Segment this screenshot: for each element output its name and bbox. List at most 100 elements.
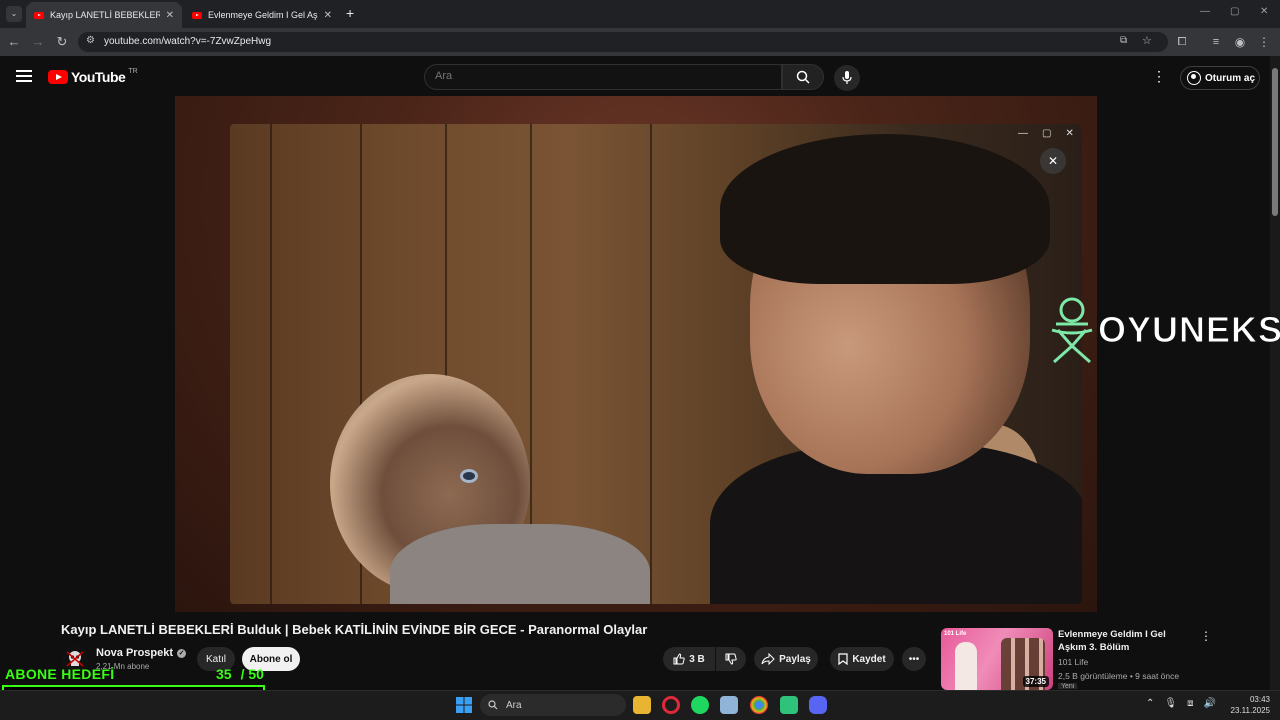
youtube-favicon-icon: [34, 11, 44, 19]
youtube-logo[interactable]: YouTube TR: [48, 67, 138, 85]
new-tab-button[interactable]: +: [346, 5, 354, 21]
search-button[interactable]: [782, 64, 824, 90]
like-button[interactable]: 3 B: [663, 647, 715, 671]
search-box[interactable]: [424, 64, 782, 90]
save-button[interactable]: Kaydet: [830, 647, 894, 671]
oyuneks-watermark: OYUNEKS: [1048, 296, 1280, 364]
file-explorer-icon[interactable]: [633, 696, 651, 714]
pip-window-controls: — ▢ ✕: [1018, 128, 1074, 139]
goal-current: 35: [216, 666, 232, 682]
recommended-channel-name[interactable]: 101 Life: [1058, 657, 1088, 667]
settings-kebab-icon[interactable]: ⋮: [1152, 68, 1166, 85]
volume-icon[interactable]: 🔊: [1203, 698, 1215, 709]
forward-arrow-icon[interactable]: →: [30, 34, 46, 50]
tray-overflow-icon[interactable]: ⌃: [1146, 698, 1154, 709]
pip-close-icon[interactable]: ✕: [1065, 128, 1073, 139]
thumbs-up-icon: [673, 653, 685, 665]
bookmark-icon: [838, 653, 848, 665]
video-duration-badge: 37:35: [1022, 676, 1049, 687]
tab-list-button[interactable]: ⌄: [6, 6, 22, 22]
site-info-icon[interactable]: ⚙: [86, 35, 95, 46]
channel-name-text[interactable]: Nova Prospekt: [96, 647, 173, 659]
search-input[interactable]: [435, 70, 765, 82]
hamburger-menu-icon[interactable]: [16, 70, 32, 82]
reload-icon[interactable]: ↻: [54, 34, 70, 50]
like-count: 3 B: [689, 653, 705, 665]
search-icon: [796, 70, 810, 84]
subscriber-goal-count: 35 / 50: [216, 666, 264, 682]
profile-icon[interactable]: ◉: [1232, 34, 1248, 50]
recommended-video-thumbnail[interactable]: 101 Life 37:35: [941, 628, 1053, 690]
game-app-icon[interactable]: [780, 696, 798, 714]
address-bar[interactable]: ⚙ youtube.com/watch?v=-7ZvwZpeHwg ⧉ ☆: [78, 32, 1168, 52]
pip-minimize-icon[interactable]: —: [1018, 128, 1028, 139]
youtube-play-icon: [48, 70, 68, 84]
tab-title: Kayıp LANETLİ BEBEKLERİ Bulduk: [50, 10, 160, 20]
clock-date: 23.11.2025: [1230, 706, 1270, 715]
person-hair: [720, 134, 1050, 284]
tab-active-video[interactable]: Kayıp LANETLİ BEBEKLERİ Bulduk ✕: [26, 2, 182, 28]
recommendation-menu-icon[interactable]: ⋮: [1200, 629, 1212, 643]
thumbnail-channel-label: 101 Life: [944, 631, 967, 637]
browser-menu-icon[interactable]: ⋮: [1256, 34, 1272, 50]
app-icon[interactable]: [720, 696, 738, 714]
taskbar-search[interactable]: Ara: [480, 694, 626, 716]
search-icon: [488, 700, 498, 710]
chrome-icon[interactable]: [750, 696, 768, 714]
back-arrow-icon[interactable]: ←: [6, 34, 22, 50]
install-app-icon[interactable]: ⧉: [1120, 35, 1127, 46]
windows-taskbar: Ara ⌃ 🎙 ⧈ 🔊 03:43 23.11.2025: [0, 690, 1280, 720]
discord-icon[interactable]: [809, 696, 827, 714]
network-icon[interactable]: ⧈: [1187, 698, 1193, 709]
windows-start-icon[interactable]: [455, 696, 473, 714]
region-code: TR: [128, 67, 138, 75]
bookmark-star-icon[interactable]: ☆: [1142, 34, 1152, 47]
share-button[interactable]: Paylaş: [754, 647, 818, 671]
doll-body: [390, 524, 650, 604]
oyuneks-logo-icon: [1051, 297, 1093, 364]
extensions-icon[interactable]: ⧠: [1174, 34, 1190, 50]
sign-in-button[interactable]: Oturum aç: [1180, 66, 1260, 90]
share-arrow-icon: [761, 653, 775, 665]
video-frame[interactable]: [230, 124, 1082, 604]
close-overlay-button[interactable]: ✕: [1040, 148, 1066, 174]
minimize-window-icon[interactable]: —: [1200, 6, 1210, 17]
account-icon: [1187, 71, 1201, 85]
thumbnail-person: [955, 642, 977, 690]
save-label: Kaydet: [852, 653, 886, 665]
channel-name[interactable]: Nova Prospekt ✓: [96, 647, 187, 659]
new-badge: Yeni: [1058, 683, 1078, 689]
browser-toolbar: ← → ↻ ⚙ youtube.com/watch?v=-7ZvwZpeHwg …: [0, 28, 1280, 56]
youtube-header: YouTube TR ⋮ Oturum aç: [0, 56, 1270, 96]
scrollbar-thumb[interactable]: [1272, 68, 1278, 216]
tab-second-video[interactable]: Evlenmeye Geldim I Gel Aşkım ✕: [184, 2, 340, 28]
voice-search-button[interactable]: [834, 65, 860, 91]
subscriber-goal-label: ABONE HEDEFİ: [5, 666, 115, 682]
youtube-favicon-icon: [192, 11, 202, 19]
system-clock[interactable]: 03:43 23.11.2025: [1224, 694, 1270, 716]
maximize-window-icon[interactable]: ▢: [1230, 6, 1239, 17]
spotify-icon[interactable]: [691, 696, 709, 714]
goal-target: / 50: [240, 666, 264, 682]
recommended-video-title[interactable]: Evlenmeye Geldim I Gel Aşkım 3. Bölüm: [1058, 628, 1194, 654]
page-scrollbar[interactable]: [1270, 56, 1280, 690]
browser-tab-bar: ⌄ Kayıp LANETLİ BEBEKLERİ Bulduk ✕ Evlen…: [0, 0, 1280, 28]
media-control-icon[interactable]: ≡: [1208, 34, 1224, 50]
opera-icon[interactable]: [662, 696, 680, 714]
microphone-icon: [842, 71, 852, 84]
system-tray: ⌃ 🎙 ⧈ 🔊: [1146, 698, 1216, 709]
close-tab-icon[interactable]: ✕: [324, 10, 332, 21]
close-tab-icon[interactable]: ✕: [166, 10, 174, 21]
microphone-tray-icon[interactable]: 🎙: [1164, 698, 1177, 709]
thumbs-down-icon: [725, 653, 737, 665]
youtube-wordmark: YouTube: [71, 69, 126, 85]
url-text: youtube.com/watch?v=-7ZvwZpeHwg: [104, 36, 272, 47]
taskbar-search-label: Ara: [506, 699, 522, 711]
clock-time: 03:43: [1249, 695, 1270, 704]
dislike-button[interactable]: [716, 647, 746, 671]
pip-maximize-icon[interactable]: ▢: [1042, 128, 1051, 139]
more-actions-icon[interactable]: •••: [902, 647, 926, 671]
close-window-icon[interactable]: ✕: [1260, 6, 1268, 17]
sign-in-label: Oturum aç: [1205, 72, 1256, 84]
doll-eye: [460, 469, 478, 483]
